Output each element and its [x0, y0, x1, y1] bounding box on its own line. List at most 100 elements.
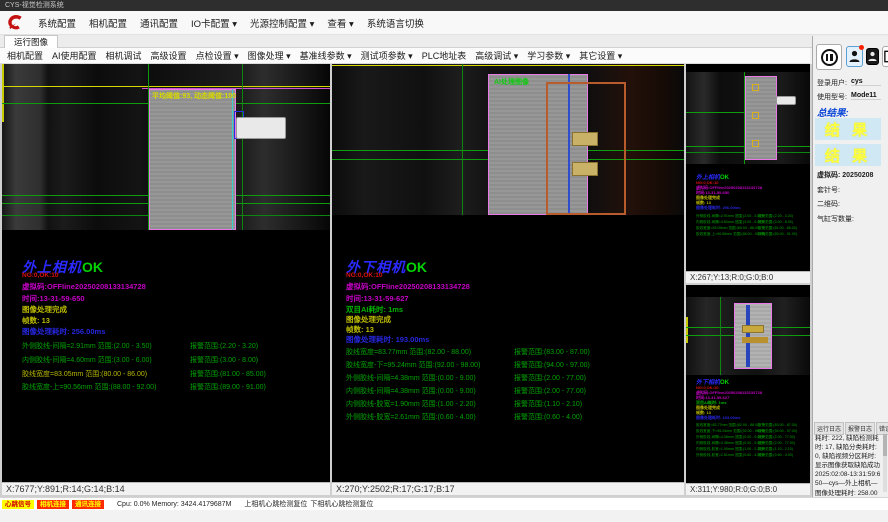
thumbnail-image-upper[interactable] — [686, 72, 810, 164]
model-label: 使用型号: — [817, 92, 847, 102]
measure-value: 胶线宽度-下=95.24mm 范围:(92.00 - 98.00) — [346, 362, 480, 369]
inspected-part — [149, 89, 236, 230]
barcode-line: 虚拟码:OFFIine20250208133134728 — [346, 281, 470, 292]
camera-image-lower[interactable]: AI处理图像 — [332, 64, 684, 215]
tool-learning-params[interactable]: 学习参数 ▾ — [527, 49, 570, 62]
measure-row: 外侧胶线-间隔=4.38mm 范围:(0.00 - 9.00) 报警范围:(2.… — [696, 435, 810, 440]
camera-view-upper: 平均阈值:93, 动态阈值:100 81.88 外上相机OK NG:0,OK:1… — [2, 64, 330, 495]
cylinder-count-label: 气缸写数量: — [817, 214, 854, 224]
tool-plc-address[interactable]: PLC地址表 — [422, 49, 467, 62]
cpu-memory-status: Cpu: 0.0% Memory: 3424.4179687M — [117, 501, 231, 508]
edge-line-cyan — [232, 89, 233, 230]
measure-row: 内侧胶线-间隔=4.60mm 范围:(3.00 - 6.00) 报警范围:(3.… — [22, 355, 330, 365]
virtual-code-value: 虚拟码: 20250208 — [817, 170, 873, 180]
result-text: 结 果 — [825, 119, 871, 140]
result-display-lower: 结 果 — [815, 144, 881, 166]
measure-row: 外侧胶线-间隔=4.38mm 范围:(0.00 - 9.00) 报警范围:(2.… — [346, 373, 684, 383]
total-result-label: 总结果: — [817, 105, 849, 119]
exit-button[interactable] — [882, 46, 888, 67]
measure-row: 内侧胶线-胶宽=1.90mm 范围:(1.00 - 2.20) 报警范围:(1.… — [346, 399, 684, 409]
ai-detect-box — [752, 84, 759, 91]
measure-value: 内侧胶线-胶宽=1.90mm 范围:(1.00 - 2.20) — [346, 401, 476, 408]
measure-value: 内侧胶线-间隔=4.38mm 范围:(0.00 - 9.00) — [346, 388, 476, 395]
alarm-range: 报警范围:(81.00 - 85.00) — [758, 226, 797, 231]
measure-value: 胶线宽度=83.77mm 范围:(82.00 - 88.00) — [346, 349, 471, 356]
alarm-range: 报警范围:(2.00 - 77.00) — [514, 373, 586, 383]
upper-camera-heartbeat-reset[interactable]: 上相机心跳检测复位 — [244, 499, 307, 509]
measure-row: 胶线宽度=83.05mm 范围:(80.00 - 86.00) 报警范围:(81… — [696, 226, 810, 231]
admin-user-button[interactable] — [866, 48, 879, 65]
alarm-range: 报警范围:(83.00 - 87.00) — [514, 347, 590, 357]
tool-ai-config[interactable]: AI使用配置 — [52, 49, 97, 62]
measure-row: 胶线宽度=83.05mm 范围:(80.00 - 86.00) 报警范围:(81… — [22, 369, 330, 379]
measure-row: 胶线宽度-上=90.56mm 范围:(88.00 - 92.00) 报警范围:(… — [22, 382, 330, 392]
menu-comm-config[interactable]: 通讯配置 — [140, 16, 178, 30]
tool-image-processing[interactable]: 图像处理 ▾ — [248, 49, 291, 62]
menu-camera-config[interactable]: 相机配置 — [89, 16, 127, 30]
log-scrollbar[interactable] — [883, 432, 887, 492]
right-control-panel: 登录用户: cys 使用型号: Mode11 总结果: 结 果 结 果 虚拟码:… — [812, 36, 888, 497]
elapsed-line: 图像处理耗时: 256.00ms — [696, 205, 740, 211]
tool-spot-check[interactable]: 点检设置 ▾ — [196, 49, 239, 62]
alarm-range: 报警范围:(2.00 - 77.00) — [758, 435, 795, 440]
operator-login-button[interactable] — [846, 46, 863, 67]
tab-bar: 运行图像 — [0, 35, 888, 48]
login-user-label: 登录用户: — [817, 78, 847, 88]
pause-button[interactable] — [816, 44, 842, 70]
calib-line-yellow — [686, 317, 688, 343]
measure-value: 胶线宽度-上=90.56mm 范围:(88.00 - 92.00) — [696, 232, 765, 236]
contact-pad — [572, 132, 598, 146]
tool-other-settings[interactable]: 其它设置 ▾ — [579, 49, 622, 62]
app-window: CYS-视觉检测系统 系统配置 相机配置 通讯配置 IO卡配置 ▾ 光源控制配置… — [0, 0, 888, 522]
log-output: 耗时: 222, 缺陷检测耗时: 17, 缺陷分类耗时: 0, 缺陷视频分区耗时… — [815, 434, 882, 507]
elapsed-line: 图像处理耗时: 256.00ms — [22, 326, 105, 337]
menu-light-config[interactable]: 光源控制配置 ▾ — [250, 16, 314, 30]
alarm-range: 报警范围:(1.10 - 2.10) — [758, 447, 793, 452]
pause-icon — [821, 49, 838, 66]
camera-status: OK — [720, 380, 729, 386]
scrollbar-thumb[interactable] — [883, 434, 887, 456]
pixel-coords-bar: X:7677;Y:891;R:14;G:14;B:14 — [2, 482, 330, 495]
thumbnail-image-lower[interactable] — [686, 297, 810, 375]
menu-io-config[interactable]: IO卡配置 ▾ — [191, 16, 237, 30]
roi-box-orange — [546, 82, 626, 215]
tool-advanced-debug[interactable]: 高级调试 ▾ — [475, 49, 518, 62]
tool-camera-config[interactable]: 相机配置 — [7, 49, 43, 62]
ng-ok-counter: NG:0,OK:10 — [346, 272, 382, 279]
heartbeat-status-badge: 心跳信号 — [2, 500, 34, 509]
thumbnail-view-upper: 外上相机OK NG:0,OK:10 虚拟码:OFFIine20250208133… — [686, 64, 810, 283]
user-icon — [868, 51, 877, 62]
measure-row: 胶线宽度=83.77mm 范围:(82.00 - 88.00) 报警范围:(83… — [696, 423, 810, 428]
qr-code-label: 二维码: — [817, 199, 840, 209]
alarm-range: 报警范围:(0.60 - 4.00) — [758, 453, 793, 458]
tab-run-image[interactable]: 运行图像 — [4, 35, 58, 48]
measure-row: 外侧胶线-胶宽=2.61mm 范围:(0.60 - 4.00) 报警范围:(0.… — [346, 412, 684, 422]
tool-test-params[interactable]: 测试项参数 ▾ — [361, 49, 413, 62]
title-bar: CYS-视觉检测系统 — [0, 0, 888, 11]
calib-line-yellow — [2, 86, 330, 87]
menu-view[interactable]: 查看 ▾ — [327, 16, 353, 30]
alarm-range: 报警范围:(81.00 - 85.00) — [190, 369, 266, 379]
measure-row: 外侧胶线-间隔=2.91mm 范围:(2.00 - 3.50) 报警范围:(2.… — [22, 341, 330, 351]
menu-system-config[interactable]: 系统配置 — [38, 16, 76, 30]
measure-line-green — [242, 64, 243, 230]
ng-ok-counter: NG:0,OK:10 — [22, 272, 58, 279]
measure-row: 胶线宽度-下=95.24mm 范围:(92.00 - 98.00) 报警范围:(… — [346, 360, 684, 370]
menu-language-switch[interactable]: 系统语言切换 — [367, 16, 424, 30]
time-line: 时间:13-31-59-650 — [22, 293, 85, 304]
camera-view-lower: AI处理图像 外下相机OK NG:0,OK:10 虚拟码:OFFIine2025… — [332, 64, 684, 495]
model-value: Mode11 — [851, 92, 881, 100]
lower-camera-heartbeat-reset[interactable]: 下相机心跳检测复位 — [310, 499, 373, 509]
menu-bar: 系统配置 相机配置 通讯配置 IO卡配置 ▾ 光源控制配置 ▾ 查看 ▾ 系统语… — [0, 11, 888, 35]
tool-camera-debug[interactable]: 相机调试 — [106, 49, 142, 62]
tool-advanced-settings[interactable]: 高级设置 — [151, 49, 187, 62]
measure-value: 外侧胶线-间隔=4.38mm 范围:(0.00 - 9.00) — [346, 375, 476, 382]
camera-image-upper[interactable]: 平均阈值:93, 动态阈值:100 81.88 — [2, 64, 330, 230]
ai-detect-box — [752, 140, 759, 147]
alarm-range: 报警范围:(2.20 - 3.20) — [190, 341, 258, 351]
tool-baseline-params[interactable]: 基准线参数 ▾ — [300, 49, 352, 62]
edge-line-blue — [746, 305, 750, 367]
ai-detect-box — [742, 337, 768, 343]
ai-image-overlay: AI处理图像 — [494, 77, 529, 87]
part-connector — [776, 96, 796, 105]
